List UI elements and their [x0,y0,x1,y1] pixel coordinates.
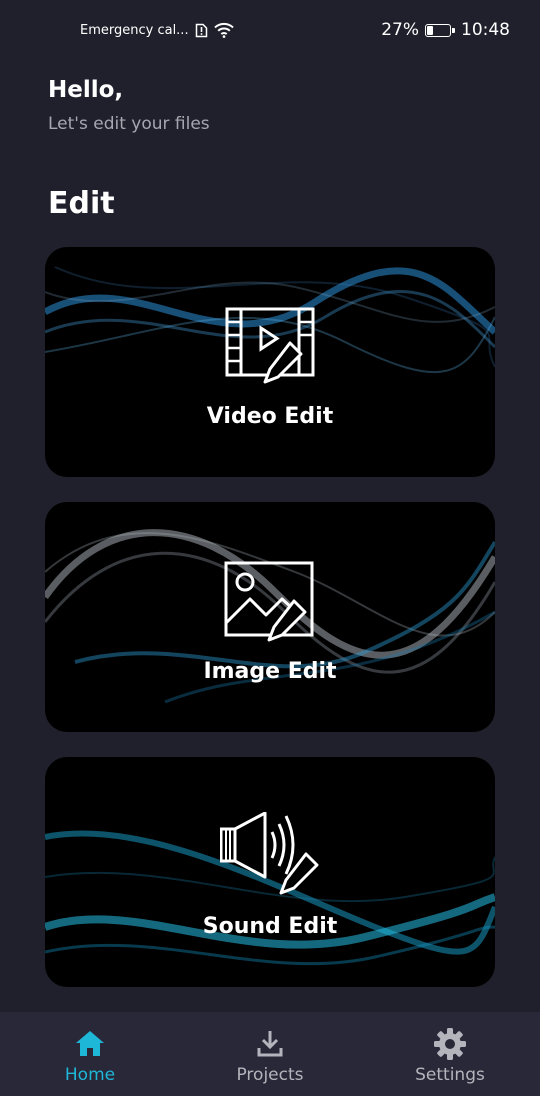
video-edit-icon [225,307,315,384]
sound-edit-label: Sound Edit [202,914,338,939]
nav-home[interactable]: Home [0,1012,180,1096]
bottom-navigation: Home Projects Settings [0,1012,540,1096]
nav-settings-label: Settings [415,1065,485,1085]
greeting-title: Hello, [48,77,124,103]
video-edit-label: Video Edit [206,404,334,429]
gear-icon [434,1028,466,1060]
home-icon [76,1031,104,1056]
image-edit-label: Image Edit [203,659,337,684]
nav-settings[interactable]: Settings [360,1012,540,1096]
status-right: 27% 10:48 [381,20,510,40]
video-edit-card[interactable]: Video Edit [45,247,495,477]
battery-fill [427,25,433,35]
status-bar: Emergency cal... 27% 10:48 [0,0,540,62]
greeting-subtitle: Let's edit your files [48,114,210,134]
sound-edit-icon [220,812,319,895]
download-icon [257,1031,283,1057]
sim-alert-icon [195,23,207,37]
image-edit-icon [224,561,314,642]
wifi-icon [213,22,234,38]
status-time: 10:48 [461,20,510,40]
status-left: Emergency cal... [80,22,234,38]
nav-home-label: Home [64,1065,116,1085]
section-title-edit: Edit [48,186,115,221]
battery-icon [425,23,455,37]
sound-edit-card[interactable]: Sound Edit [45,757,495,987]
nav-projects[interactable]: Projects [180,1012,360,1096]
image-edit-card[interactable]: Image Edit [45,502,495,732]
battery-percent: 27% [381,20,419,40]
nav-projects-label: Projects [236,1065,304,1085]
carrier-text: Emergency cal... [80,22,189,38]
